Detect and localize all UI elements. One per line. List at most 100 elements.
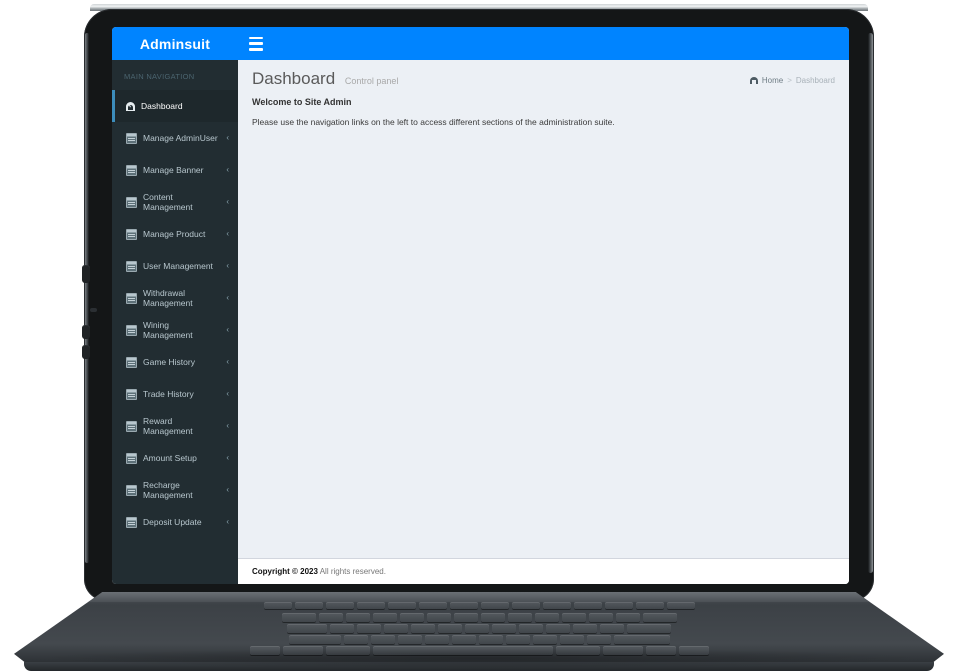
keyboard-key[interactable] bbox=[534, 613, 559, 622]
keyboard-key[interactable] bbox=[573, 602, 602, 609]
sidebar-item-user-management[interactable]: User Management ‹ bbox=[112, 250, 238, 282]
keyboard-key[interactable] bbox=[372, 613, 397, 622]
sidebar-item-manage-adminuser[interactable]: Manage AdminUser ‹ bbox=[112, 122, 238, 154]
keyboard-key[interactable] bbox=[588, 613, 613, 622]
keyboard-key[interactable] bbox=[519, 624, 543, 633]
keyboard-key[interactable] bbox=[532, 635, 557, 644]
page-title: Dashboard Control panel bbox=[252, 69, 399, 89]
keyboard-key[interactable] bbox=[642, 613, 677, 622]
sidebar-item-wining-management[interactable]: Wining Management ‹ bbox=[112, 314, 238, 346]
sidebar-item-label: Reward Management bbox=[143, 416, 193, 436]
sidebar-item: Content Management ‹ bbox=[112, 186, 238, 218]
keyboard-key[interactable] bbox=[418, 602, 447, 609]
keyboard-key[interactable] bbox=[480, 602, 509, 609]
keyboard-key[interactable] bbox=[343, 635, 368, 644]
page-subtitle: Control panel bbox=[344, 76, 399, 86]
chevron-left-icon: ‹ bbox=[226, 485, 229, 494]
keyboard-key[interactable] bbox=[424, 635, 449, 644]
sidebar-item-game-history[interactable]: Game History ‹ bbox=[112, 346, 238, 378]
keyboard-key[interactable] bbox=[263, 602, 292, 609]
keyboard-key[interactable] bbox=[411, 624, 435, 633]
hamburger-icon[interactable] bbox=[249, 36, 263, 51]
keyboard-key[interactable] bbox=[399, 613, 424, 622]
page-content: Welcome to Site Admin Please use the nav… bbox=[238, 89, 849, 558]
device-power-button[interactable] bbox=[82, 265, 90, 283]
keyboard-key[interactable] bbox=[330, 624, 354, 633]
welcome-description: Please use the navigation links on the l… bbox=[252, 116, 615, 127]
sidebar-item-content-management[interactable]: Content Management ‹ bbox=[112, 186, 238, 218]
sidebar-item: Manage AdminUser ‹ bbox=[112, 122, 238, 154]
keyboard-key[interactable] bbox=[449, 602, 478, 609]
keyboard-key[interactable] bbox=[561, 613, 586, 622]
keyboard-key[interactable] bbox=[546, 624, 570, 633]
keyboard-key[interactable] bbox=[627, 624, 671, 633]
keyboard-key[interactable] bbox=[281, 613, 316, 622]
sidebar-item: Trade History ‹ bbox=[112, 378, 238, 410]
keyboard-key[interactable] bbox=[480, 613, 505, 622]
keyboard-key[interactable] bbox=[438, 624, 462, 633]
sidebar-item-trade-history[interactable]: Trade History ‹ bbox=[112, 378, 238, 410]
table-icon bbox=[126, 324, 137, 336]
keyboard-key[interactable] bbox=[600, 624, 624, 633]
keyboard-key[interactable] bbox=[384, 624, 408, 633]
keyboard-key[interactable] bbox=[325, 602, 354, 609]
keyboard-key[interactable] bbox=[573, 624, 597, 633]
keyboard-key[interactable] bbox=[294, 602, 323, 609]
keyboard-key[interactable] bbox=[511, 602, 540, 609]
keyboard-key[interactable] bbox=[287, 624, 327, 633]
keyboard-key[interactable] bbox=[356, 602, 385, 609]
sidebar-item: User Management ‹ bbox=[112, 250, 238, 282]
keyboard-key[interactable] bbox=[635, 602, 664, 609]
device-volume-up-button[interactable] bbox=[82, 325, 90, 339]
sidebar-item-reward-management[interactable]: Reward Management ‹ bbox=[112, 410, 238, 442]
keyboard-key[interactable] bbox=[451, 635, 476, 644]
sidebar-item: Amount Setup ‹ bbox=[112, 442, 238, 474]
sidebar-item-manage-product[interactable]: Manage Product ‹ bbox=[112, 218, 238, 250]
sidebar-item-label: Amount Setup bbox=[143, 453, 197, 463]
sidebar-item-recharge-management[interactable]: Recharge Management ‹ bbox=[112, 474, 238, 506]
sidebar-item-withdrawal-management[interactable]: Withdrawal Management ‹ bbox=[112, 282, 238, 314]
keyboard-key[interactable] bbox=[345, 613, 370, 622]
sidebar-item-manage-banner[interactable]: Manage Banner ‹ bbox=[112, 154, 238, 186]
welcome-heading: Welcome to Site Admin bbox=[252, 96, 352, 107]
keyboard-key[interactable] bbox=[357, 624, 381, 633]
keyboard-key[interactable] bbox=[397, 635, 422, 644]
keyboard-key[interactable] bbox=[370, 635, 395, 644]
keyboard-key[interactable] bbox=[288, 635, 341, 644]
chevron-left-icon: ‹ bbox=[226, 197, 229, 206]
keyboard-key[interactable] bbox=[465, 624, 489, 633]
sidebar-item-deposit-update[interactable]: Deposit Update ‹ bbox=[112, 506, 238, 538]
brand-logo[interactable]: Adminsuit bbox=[112, 27, 238, 60]
keyboard-key[interactable] bbox=[453, 613, 478, 622]
breadcrumb-home-link[interactable]: Home bbox=[762, 76, 783, 85]
keyboard-key[interactable] bbox=[505, 635, 530, 644]
keyboard-key[interactable] bbox=[478, 635, 503, 644]
table-icon bbox=[126, 516, 137, 528]
page-title-text: Dashboard bbox=[252, 69, 336, 88]
keyboard-hinge-lip bbox=[88, 592, 870, 602]
keyboard-key[interactable] bbox=[559, 635, 584, 644]
footer-copyright: Copyright © 2023 bbox=[252, 567, 318, 576]
keyboard-key[interactable] bbox=[492, 624, 516, 633]
sidebar-item: Wining Management ‹ bbox=[112, 314, 238, 346]
keyboard-key[interactable] bbox=[426, 613, 451, 622]
sidebar-item-amount-setup[interactable]: Amount Setup ‹ bbox=[112, 442, 238, 474]
sidebar-item-label: Manage Product bbox=[143, 229, 206, 239]
hamburger-bar bbox=[249, 47, 263, 51]
keyboard-key[interactable] bbox=[507, 613, 532, 622]
keyboard-key[interactable] bbox=[318, 613, 343, 622]
chevron-left-icon: ‹ bbox=[226, 261, 229, 270]
keyboard-key[interactable] bbox=[586, 635, 611, 644]
keyboard-key[interactable] bbox=[387, 602, 416, 609]
keyboard-key[interactable] bbox=[604, 602, 633, 609]
keyboard-key[interactable] bbox=[615, 613, 640, 622]
sidebar-item: Reward Management ‹ bbox=[112, 410, 238, 442]
keyboard-key[interactable] bbox=[542, 602, 571, 609]
keyboard-row bbox=[37, 624, 921, 635]
device-volume-down-button[interactable] bbox=[82, 345, 90, 359]
keyboard-key[interactable] bbox=[666, 602, 695, 609]
breadcrumb: Home > Dashboard bbox=[749, 76, 835, 85]
breadcrumb-separator: > bbox=[787, 76, 792, 85]
sidebar-item-dashboard[interactable]: Dashboard bbox=[112, 90, 238, 122]
keyboard-key[interactable] bbox=[613, 635, 670, 644]
